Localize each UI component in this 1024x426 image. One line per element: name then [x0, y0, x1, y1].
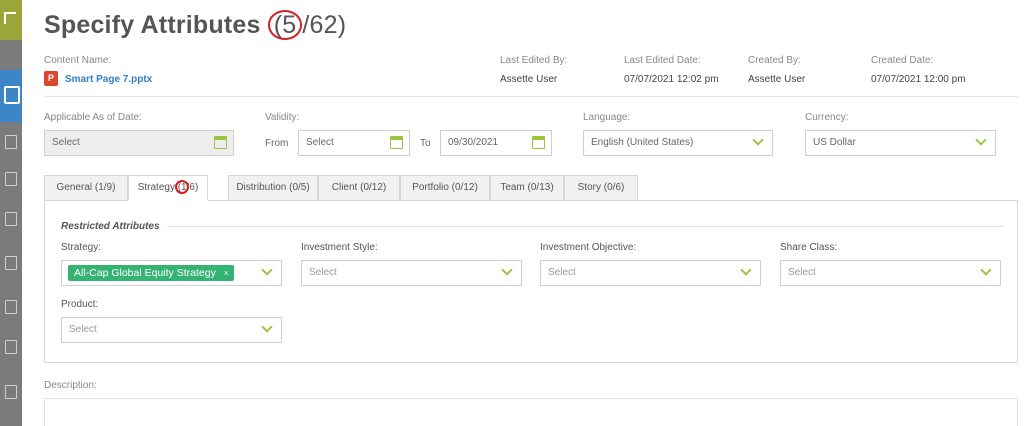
file-nav-icon[interactable] — [5, 212, 17, 226]
tab-count-highlight — [175, 180, 189, 194]
description-input[interactable] — [44, 398, 1018, 426]
currency-label: Currency: — [805, 112, 849, 123]
section-divider — [167, 226, 1003, 227]
calendar-icon[interactable] — [532, 136, 545, 149]
created-by-label: Created By: — [748, 55, 801, 66]
created-by-value: Assette User — [748, 74, 806, 85]
tab-distribution[interactable]: Distribution (0/5) — [228, 175, 318, 201]
strategy-panel: Restricted Attributes Strategy: All-Cap … — [44, 200, 1018, 363]
last-edited-by-value: Assette User — [500, 74, 558, 85]
chevron-down-icon[interactable] — [980, 264, 992, 276]
strategy-multiselect[interactable]: All-Cap Global Equity Strategy × — [61, 260, 282, 286]
investment-objective-select[interactable]: Select — [540, 260, 761, 286]
last-edited-date-label: Last Edited Date: — [624, 55, 701, 66]
chevron-down-icon[interactable] — [752, 134, 764, 146]
calendar-icon[interactable] — [214, 136, 227, 149]
remove-tag-icon[interactable]: × — [224, 265, 229, 281]
last-edited-date-value: 07/07/2021 12:02 pm — [624, 74, 719, 85]
description-label: Description: — [44, 380, 97, 391]
tab-general[interactable]: General (1/9) — [44, 175, 128, 201]
validity-label: Validity: — [265, 112, 300, 123]
table-nav-icon[interactable] — [5, 256, 17, 270]
settings-nav-icon[interactable] — [5, 340, 17, 354]
product-label: Product: — [61, 299, 99, 310]
tab-story[interactable]: Story (0/6) — [564, 175, 638, 201]
chevron-down-icon[interactable] — [261, 264, 273, 276]
page-title: Specify Attributes (5/62) — [44, 10, 346, 40]
share-class-label: Share Class: — [780, 242, 838, 253]
created-date-label: Created Date: — [871, 55, 934, 66]
investment-style-label: Investment Style: — [301, 242, 378, 253]
product-select[interactable]: Select — [61, 317, 282, 343]
last-edited-by-label: Last Edited By: — [500, 55, 568, 66]
from-label: From — [265, 138, 289, 149]
content-name-label: Content Name: — [44, 55, 112, 66]
report-nav-icon[interactable] — [5, 385, 17, 399]
content-file-link[interactable]: Smart Page 7.pptx — [65, 74, 152, 85]
validity-from-field[interactable]: Select — [298, 130, 410, 156]
chevron-down-icon[interactable] — [501, 264, 513, 276]
page-title-text: Specify Attributes — [44, 11, 261, 39]
chevron-down-icon[interactable] — [261, 321, 273, 333]
side-navigation — [0, 0, 22, 426]
document-nav-icon[interactable] — [5, 172, 17, 186]
tab-client[interactable]: Client (0/12) — [318, 175, 400, 201]
main-content: Specify Attributes (5/62) Content Name: … — [22, 0, 1024, 426]
grid-nav-icon[interactable] — [5, 135, 17, 149]
strategy-tag: All-Cap Global Equity Strategy × — [68, 265, 234, 281]
chevron-down-icon[interactable] — [740, 264, 752, 276]
chevron-down-icon[interactable] — [975, 134, 987, 146]
language-label: Language: — [583, 112, 631, 123]
count-highlight: (5 — [267, 10, 303, 40]
to-label: To — [420, 138, 431, 149]
investment-style-select[interactable]: Select — [301, 260, 522, 286]
attribute-count: (5/62) — [267, 10, 347, 40]
investment-objective-label: Investment Objective: — [540, 242, 637, 253]
created-date-value: 07/07/2021 12:00 pm — [871, 74, 966, 85]
tab-team[interactable]: Team (0/13) — [490, 175, 564, 201]
edit-nav-icon[interactable] — [0, 70, 22, 122]
language-select[interactable]: English (United States) — [583, 130, 773, 156]
powerpoint-icon: P — [44, 71, 58, 86]
restricted-attributes-title: Restricted Attributes — [61, 221, 160, 232]
strategy-label: Strategy: — [61, 242, 102, 253]
pencil-nav-icon[interactable] — [5, 300, 17, 314]
tab-strategy[interactable]: Strategy (1/6) — [128, 175, 208, 201]
app-logo-icon[interactable] — [0, 0, 22, 40]
applicable-date-label: Applicable As of Date: — [44, 112, 142, 123]
tab-portfolio[interactable]: Portfolio (0/12) — [400, 175, 490, 201]
applicable-date-field[interactable]: Select — [44, 130, 234, 156]
header-divider — [44, 96, 1018, 97]
validity-to-field[interactable]: 09/30/2021 — [440, 130, 552, 156]
calendar-icon[interactable] — [390, 136, 403, 149]
currency-select[interactable]: US Dollar — [805, 130, 996, 156]
share-class-select[interactable]: Select — [780, 260, 1001, 286]
